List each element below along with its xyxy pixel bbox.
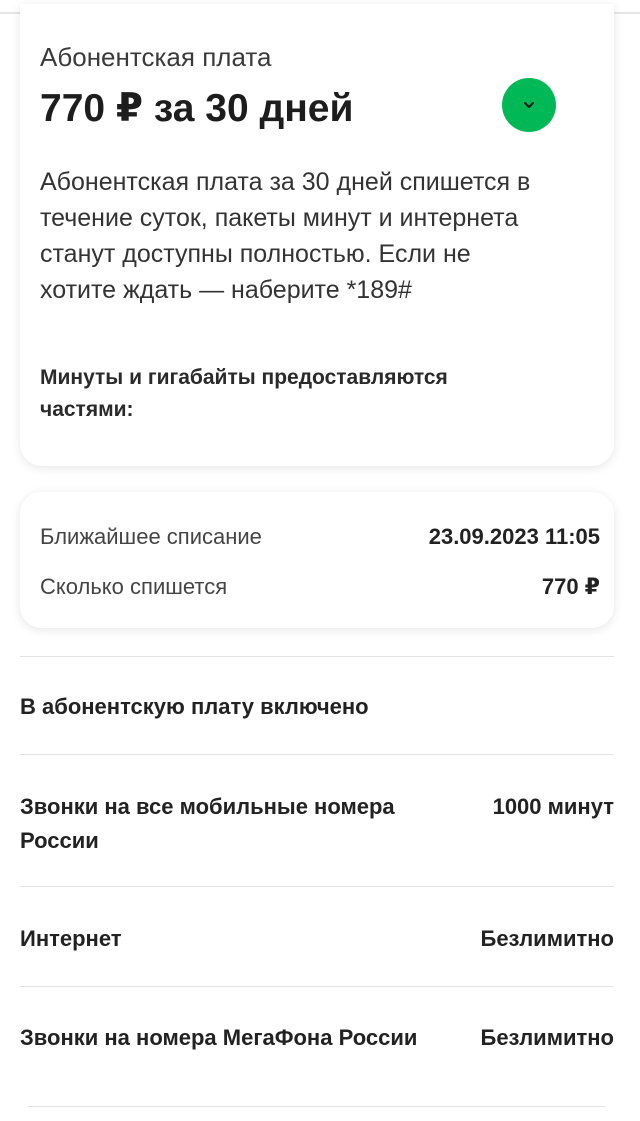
tariff-description: Абонентская плата за 30 дней спишется в … bbox=[40, 168, 531, 304]
divider bbox=[20, 656, 614, 657]
feature-value: 1000 минут bbox=[492, 794, 614, 819]
next-charge-value: 23.09.2023 11:05 bbox=[428, 524, 600, 549]
divider bbox=[20, 754, 614, 755]
divider bbox=[20, 986, 614, 987]
tariff-price: 770 ₽ за 30 дней bbox=[40, 87, 354, 130]
list-item: Интернет Безлимитно bbox=[20, 922, 614, 956]
feature-value: Безлимитно bbox=[480, 1025, 615, 1050]
feature-name: Звонки на номера МегаФона России bbox=[20, 1025, 418, 1050]
amount-label: Сколько спишется bbox=[40, 574, 228, 599]
included-title: В абонентскую плату включено bbox=[20, 694, 369, 719]
divider bbox=[20, 886, 614, 887]
feature-name: Интернет bbox=[20, 926, 122, 951]
charge-card bbox=[20, 492, 614, 628]
next-charge-label: Ближайшее списание bbox=[40, 524, 262, 549]
divider bbox=[28, 1106, 606, 1107]
tariff-label: Абонентская плата bbox=[40, 42, 272, 72]
amount-row: Сколько спишется 770 ₽ bbox=[40, 574, 600, 600]
list-item: Звонки на номера МегаФона России Безлими… bbox=[20, 1021, 614, 1055]
chevron-down-icon bbox=[524, 102, 534, 108]
feature-value: Безлимитно bbox=[480, 926, 615, 951]
amount-value: 770 ₽ bbox=[541, 574, 600, 599]
tariff-note: Минуты и гигабайты предоставляются частя… bbox=[40, 366, 448, 421]
expand-button[interactable] bbox=[502, 78, 556, 132]
list-item: Звонки на все мобильные номера России 10… bbox=[20, 790, 614, 858]
feature-name: Звонки на все мобильные номера России bbox=[20, 794, 395, 853]
next-charge-row: Ближайшее списание 23.09.2023 11:05 bbox=[40, 524, 600, 550]
